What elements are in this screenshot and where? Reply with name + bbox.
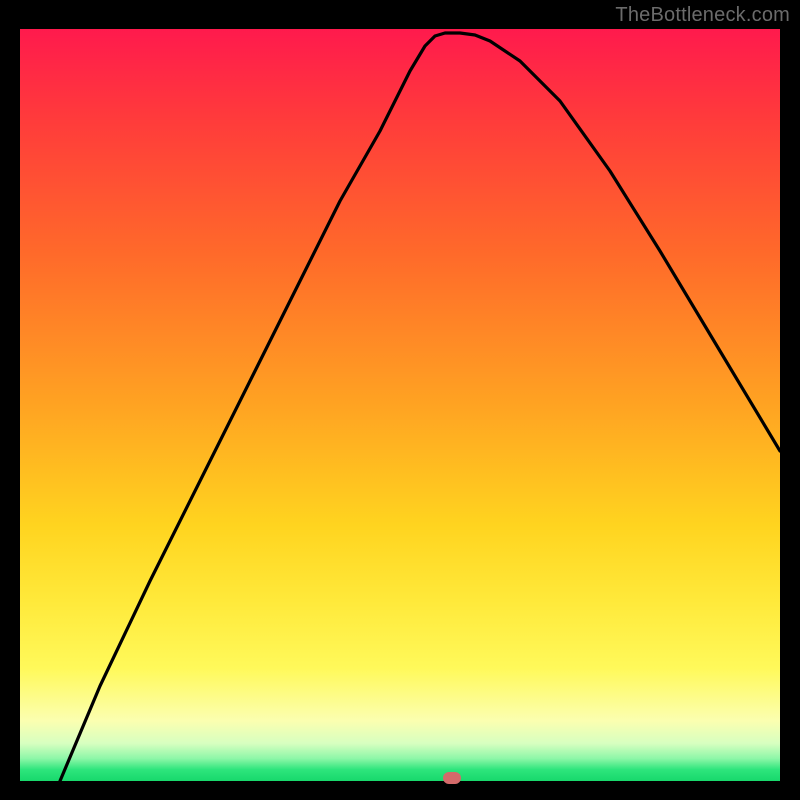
- plot-area: [20, 29, 780, 781]
- watermark-text: TheBottleneck.com: [615, 4, 790, 27]
- optimum-marker: [443, 772, 461, 784]
- bottleneck-curve: [20, 29, 780, 781]
- chart-frame: TheBottleneck.com: [0, 0, 800, 800]
